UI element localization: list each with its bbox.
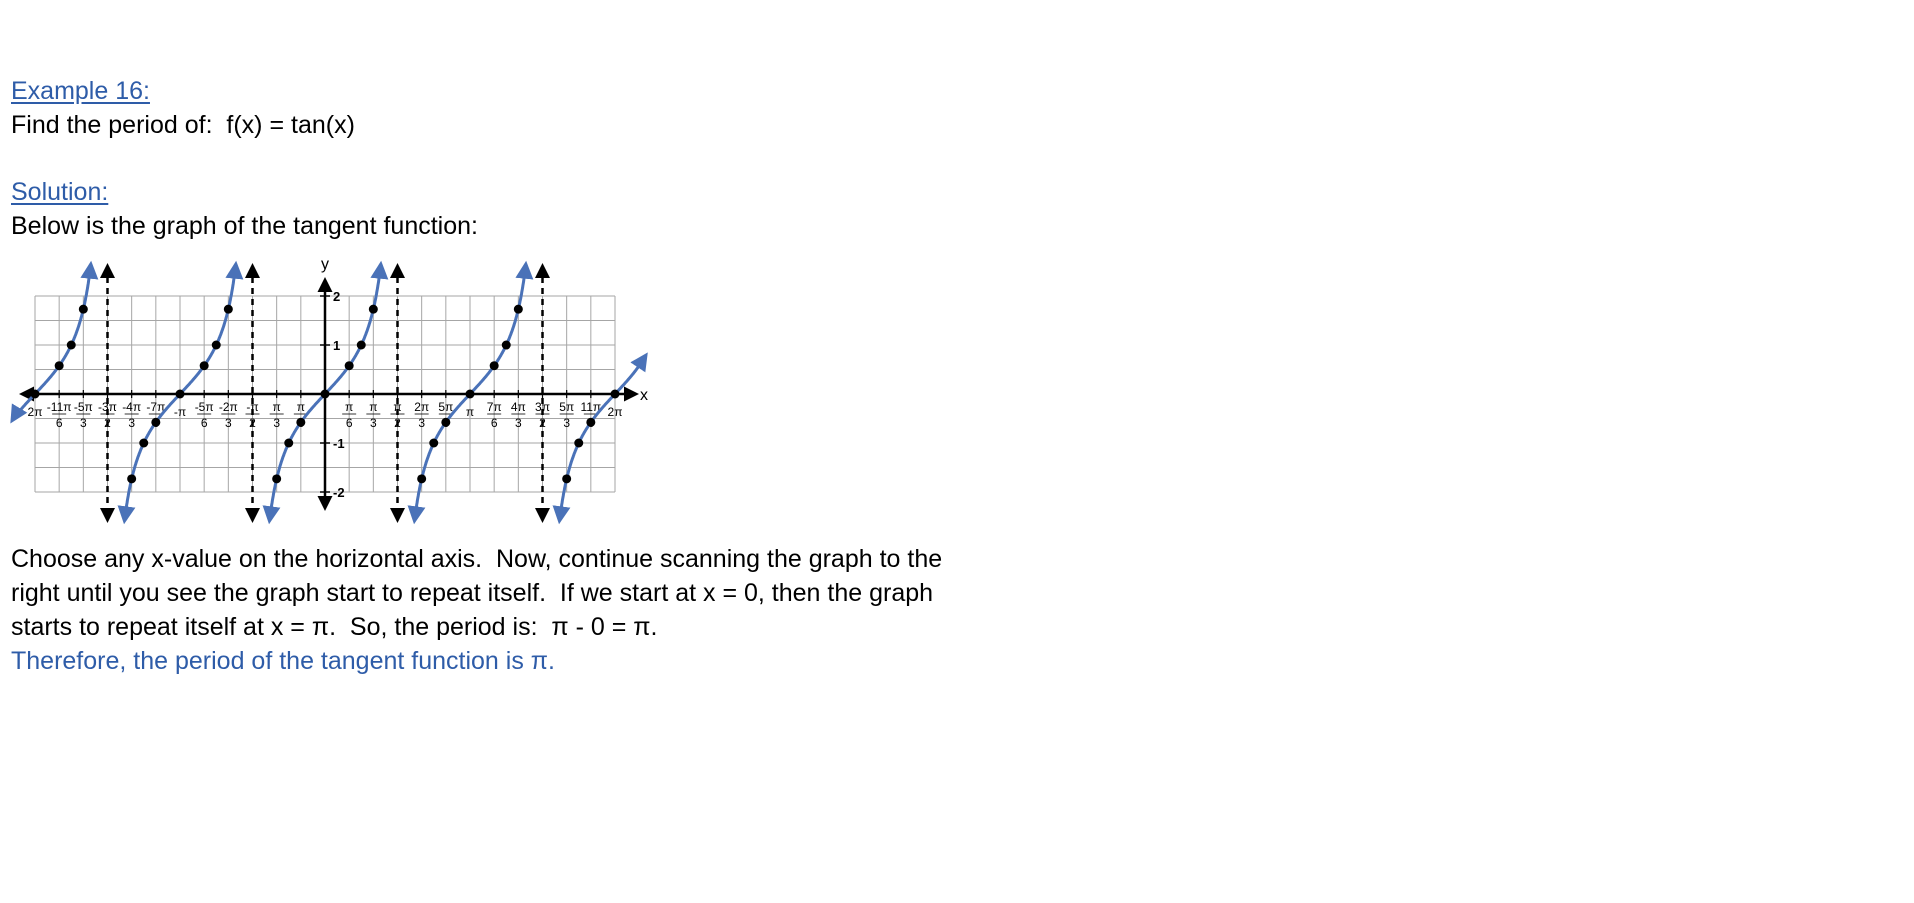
x-tick-label: π (273, 400, 281, 414)
x-tick-denominator: 3 (563, 416, 570, 430)
data-point (586, 417, 596, 427)
x-tick-denominator: 2 (539, 416, 546, 430)
x-tick-label: 2π (608, 405, 623, 419)
x-tick-denominator: 3 (225, 416, 232, 430)
x-tick-label: π (369, 400, 377, 414)
y-tick-label: 2 (333, 289, 340, 304)
x-tick-denominator: 3 (418, 416, 425, 430)
tangent-curve-branch (552, 352, 648, 525)
tangent-curve-branch (10, 260, 99, 424)
data-point (78, 304, 88, 314)
data-point (272, 474, 282, 484)
x-tick-label: -5π (195, 400, 214, 414)
x-tick-label: -3π (98, 400, 117, 414)
y-axis-label: y (321, 256, 329, 273)
x-tick-label: -5π (74, 400, 93, 414)
data-point (30, 389, 40, 399)
solution-heading: Solution: (11, 178, 109, 206)
x-tick-label: -π (174, 405, 186, 419)
x-tick-denominator: 3 (80, 416, 87, 430)
data-point (441, 417, 451, 427)
data-point (574, 438, 584, 448)
data-point (296, 417, 306, 427)
x-tick-label: 2π (414, 400, 429, 414)
x-tick-label: -π (246, 400, 258, 414)
x-tick-label: -4π (122, 400, 141, 414)
explanation-line-1: Choose any x-value on the horizontal axi… (11, 545, 943, 573)
data-point (199, 361, 209, 371)
x-tick-denominator: 2 (249, 416, 256, 430)
data-point (344, 361, 354, 371)
data-point (368, 304, 378, 314)
x-tick-label: π (345, 400, 353, 414)
x-tick-denominator: 2 (104, 416, 111, 430)
y-tick-label: -1 (333, 436, 345, 451)
data-point (127, 474, 137, 484)
data-point (562, 474, 572, 484)
x-tick-label: π (466, 405, 474, 419)
data-point (211, 340, 221, 350)
x-tick-label: 5π (438, 400, 453, 414)
data-point (223, 304, 233, 314)
example-heading: Example 16: (11, 77, 150, 105)
y-tick-label: 1 (333, 338, 340, 353)
x-tick-denominator: 2 (394, 416, 401, 430)
x-tick-label: π (297, 400, 305, 414)
problem-statement: Find the period of: f(x) = tan(x) (11, 111, 355, 139)
data-point (417, 474, 427, 484)
x-tick-label: 5π (559, 400, 574, 414)
data-point (513, 304, 523, 314)
x-tick-denominator: 6 (491, 416, 498, 430)
data-point (489, 361, 499, 371)
x-tick-denominator: 3 (128, 416, 135, 430)
data-point (501, 340, 511, 350)
data-point (320, 389, 330, 399)
data-point (66, 340, 76, 350)
x-tick-label: 4π (511, 400, 526, 414)
data-point (151, 417, 161, 427)
x-tick-denominator: 6 (56, 416, 63, 430)
x-tick-label: 7π (487, 400, 502, 414)
data-point (429, 438, 439, 448)
tangent-graph: xy21-1-22π-11π6-5π3-3π2-4π3-7π6-π-5π6-2π… (10, 256, 648, 525)
data-point (284, 438, 294, 448)
x-tick-label: 2π (28, 405, 43, 419)
data-point (610, 389, 620, 399)
x-tick-denominator: 3 (273, 416, 280, 430)
data-point (139, 438, 149, 448)
explanation-line-2: right until you see the graph start to r… (11, 579, 934, 607)
data-point (356, 340, 366, 350)
x-tick-label: 3π (535, 400, 550, 414)
x-tick-label: -2π (219, 400, 238, 414)
x-tick-denominator: 3 (515, 416, 522, 430)
x-tick-denominator: 3 (370, 416, 377, 430)
x-tick-label: -11π (47, 400, 72, 414)
data-point (465, 389, 475, 399)
explanation-line-3: starts to repeat itself at x = π. So, th… (11, 613, 658, 641)
conclusion: Therefore, the period of the tangent fun… (11, 647, 555, 675)
x-tick-label: π (393, 400, 401, 414)
solution-intro: Below is the graph of the tangent functi… (11, 212, 478, 240)
y-tick-label: -2 (333, 485, 345, 500)
x-tick-denominator: 6 (346, 416, 353, 430)
x-tick-denominator: 6 (201, 416, 208, 430)
x-axis-label: x (640, 387, 648, 404)
data-point (54, 361, 64, 371)
data-point (175, 389, 185, 399)
